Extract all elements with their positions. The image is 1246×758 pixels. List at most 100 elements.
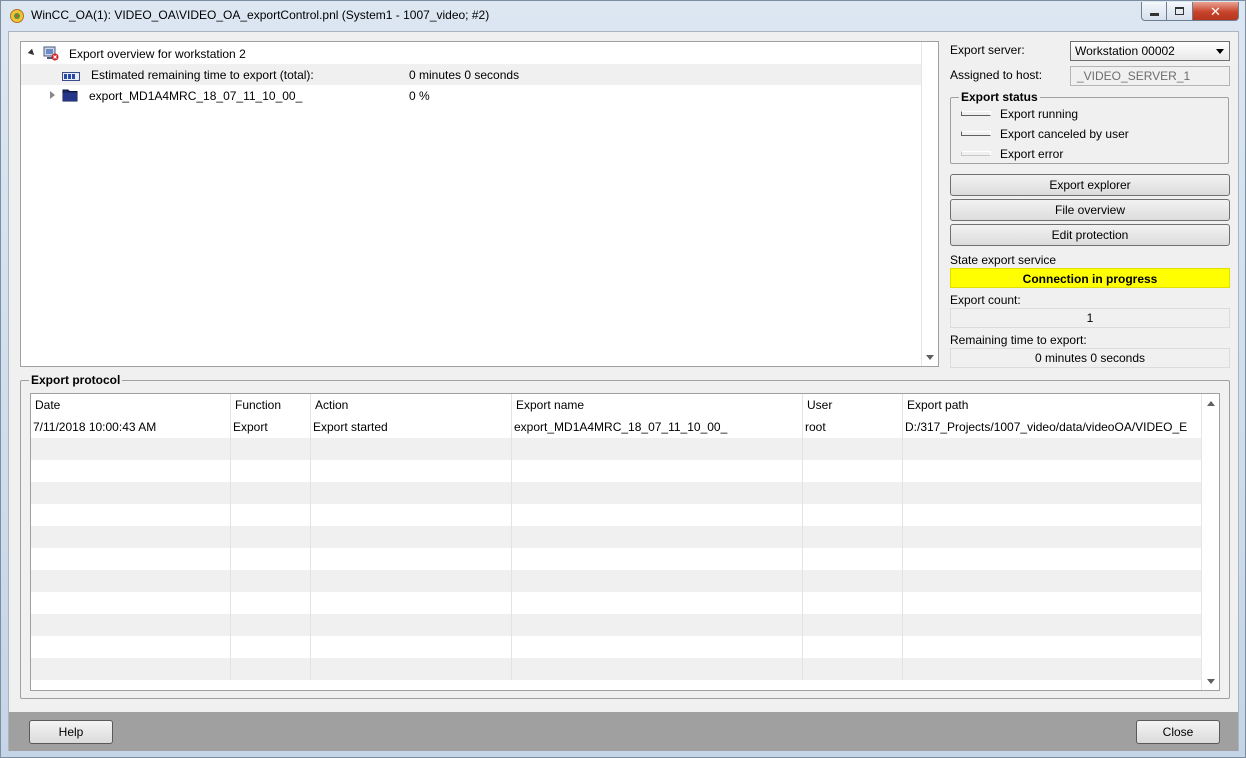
table-cell [231, 504, 311, 526]
table-cell [31, 482, 231, 504]
table-row[interactable] [31, 636, 1203, 658]
table-cell [512, 592, 803, 614]
table-cell [512, 548, 803, 570]
table-row[interactable] [31, 658, 1203, 680]
expand-arrow-icon[interactable] [50, 91, 55, 99]
table-cell [311, 570, 512, 592]
edit-protection-button[interactable]: Edit protection [950, 224, 1230, 246]
table-cell [231, 614, 311, 636]
column-header[interactable]: Function [231, 394, 311, 416]
column-header[interactable]: Date [31, 394, 231, 416]
scroll-down-icon[interactable] [1207, 679, 1215, 684]
table-cell [803, 592, 903, 614]
table-cell [512, 526, 803, 548]
tree-export-item-row[interactable]: export_MD1A4MRC_18_07_11_10_00_ 0 % [21, 85, 922, 106]
table-cell [903, 592, 1203, 614]
collapse-arrow-icon[interactable] [27, 48, 37, 58]
table-cell [311, 548, 512, 570]
table-header-row: Date Function Action Export name User Export … [31, 394, 1203, 416]
table-row[interactable] [31, 504, 1203, 526]
table-cell [231, 570, 311, 592]
table-cell [231, 460, 311, 482]
export-item-label: export_MD1A4MRC_18_07_11_10_00_ [89, 88, 303, 103]
table-cell [903, 438, 1203, 460]
table-cell [512, 438, 803, 460]
application-window: WinCC_OA(1): VIDEO_OA\VIDEO_OA_exportCon… [0, 0, 1246, 758]
table-cell: Export started [311, 416, 512, 438]
workstation-export-icon [43, 45, 59, 61]
export-status-group: Export status Export running Export canc… [950, 90, 1229, 164]
tree-root-row[interactable]: Export overview for workstation 2 [21, 43, 922, 64]
table-row[interactable] [31, 526, 1203, 548]
table-cell [803, 482, 903, 504]
table-cell [803, 504, 903, 526]
table-row[interactable] [31, 482, 1203, 504]
help-button[interactable]: Help [29, 720, 113, 744]
table-cell [903, 658, 1203, 680]
column-header[interactable]: Export path [903, 394, 1203, 416]
wincc-app-icon [9, 8, 25, 24]
minimize-icon [1149, 12, 1159, 16]
table-cell [231, 636, 311, 658]
tree-scrollbar[interactable] [921, 42, 938, 366]
table-cell [31, 614, 231, 636]
close-icon: ✕ [1210, 3, 1221, 19]
table-cell [311, 460, 512, 482]
export-count-value: 1 [950, 308, 1230, 328]
column-header[interactable]: Action [311, 394, 512, 416]
table-cell [903, 614, 1203, 636]
file-overview-button[interactable]: File overview [950, 199, 1230, 221]
table-cell [903, 482, 1203, 504]
progress-bar-icon [62, 70, 80, 81]
table-cell [31, 548, 231, 570]
table-row[interactable] [31, 438, 1203, 460]
export-explorer-button[interactable]: Export explorer [950, 174, 1230, 196]
table-cell [31, 636, 231, 658]
state-service-label: State export service [950, 253, 1057, 267]
table-row[interactable] [31, 548, 1203, 570]
table-cell [311, 438, 512, 460]
table-cell: export_MD1A4MRC_18_07_11_10_00_ [512, 416, 803, 438]
table-cell [512, 482, 803, 504]
close-button[interactable]: Close [1136, 720, 1220, 744]
table-row[interactable] [31, 614, 1203, 636]
scroll-down-icon[interactable] [926, 355, 934, 360]
remaining-time-value: 0 minutes 0 seconds [950, 348, 1230, 368]
tree-estimate-row[interactable]: Estimated remaining time to export (tota… [21, 64, 922, 85]
status-error-label: Export error [1000, 147, 1064, 161]
scroll-up-icon[interactable] [1207, 401, 1215, 406]
table-row[interactable] [31, 460, 1203, 482]
table-cell [31, 504, 231, 526]
table-cell [311, 636, 512, 658]
table-row[interactable] [31, 570, 1203, 592]
close-window-button[interactable]: ✕ [1193, 2, 1239, 21]
title-bar[interactable]: WinCC_OA(1): VIDEO_OA\VIDEO_OA_exportCon… [1, 1, 1245, 31]
table-cell [512, 570, 803, 592]
maximize-button[interactable] [1167, 2, 1193, 21]
table-cell [803, 438, 903, 460]
table-cell [231, 438, 311, 460]
table-cell [903, 504, 1203, 526]
table-cell [512, 460, 803, 482]
column-header[interactable]: User [803, 394, 903, 416]
export-protocol-table[interactable]: Date Function Action Export name User Export … [30, 393, 1220, 691]
export-server-label: Export server: [950, 43, 1025, 57]
status-error-indicator [961, 151, 991, 156]
table-row[interactable] [31, 592, 1203, 614]
table-cell [231, 482, 311, 504]
table-scrollbar[interactable] [1201, 394, 1219, 690]
export-server-value: Workstation 00002 [1075, 44, 1175, 58]
table-row[interactable]: 7/11/2018 10:00:43 AM Export Export starte… [31, 416, 1203, 438]
column-header[interactable]: Export name [512, 394, 803, 416]
table-cell [903, 636, 1203, 658]
table-cell [903, 548, 1203, 570]
table-cell [803, 658, 903, 680]
minimize-button[interactable] [1141, 2, 1167, 21]
export-overview-tree[interactable]: Export overview for workstation 2 Estima… [20, 41, 939, 367]
tree-root-label: Export overview for workstation 2 [69, 46, 246, 61]
window-controls: ✕ [1141, 2, 1239, 22]
table-cell [803, 460, 903, 482]
table-cell [311, 614, 512, 636]
export-server-combobox[interactable]: Workstation 00002 [1070, 41, 1230, 61]
export-protocol-group: Export protocol Date Function Action Export… [20, 373, 1230, 699]
